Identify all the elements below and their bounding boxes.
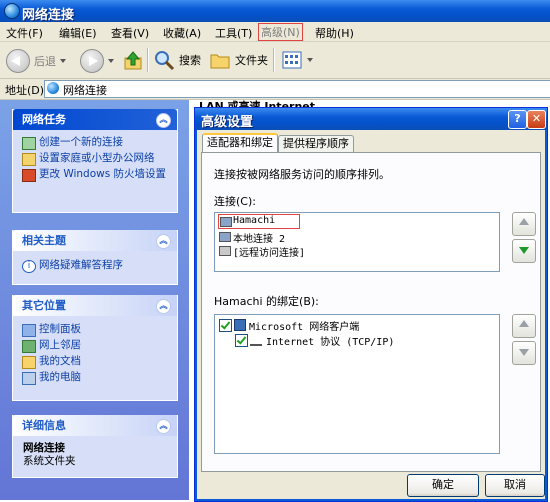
toolbar: 后退 搜索 文件夹	[0, 42, 550, 79]
binding-ms-client[interactable]: Microsoft 网络客户端	[249, 318, 359, 333]
place-control-panel[interactable]: 控制面板	[13, 323, 177, 337]
back-arrow-icon	[6, 49, 30, 73]
panel-details: 详细信息 ︽ 网络连接 系统文件夹	[12, 415, 178, 478]
menu-bar: 文件(F) 编辑(E) 查看(V) 收藏(A) 工具(T) 高级(N) 帮助(H…	[0, 22, 550, 42]
place-network-neighborhood[interactable]: 网上邻居	[13, 339, 177, 353]
panel-header[interactable]: 其它位置 ︽	[13, 295, 177, 316]
home-network-icon	[22, 153, 36, 166]
panel-header[interactable]: 网络任务 ︽	[13, 109, 177, 130]
menu-advanced[interactable]: 高级(N)	[258, 23, 303, 41]
control-panel-icon	[22, 324, 36, 337]
client-icon	[234, 319, 246, 331]
network-adapter-icon	[219, 232, 231, 242]
panel-header[interactable]: 详细信息 ︽	[13, 415, 177, 436]
connections-list[interactable]: Hamachi 本地连接 2 [远程访问连接]	[214, 212, 500, 272]
network-connections-icon	[47, 82, 59, 94]
menu-tools[interactable]: 工具(T)	[215, 25, 252, 41]
menu-view[interactable]: 查看(V)	[111, 25, 149, 41]
address-bar: 地址(D) 网络连接	[0, 79, 550, 100]
window-title: 网络连接	[22, 8, 75, 23]
network-adapter-icon	[220, 217, 232, 227]
menu-help[interactable]: 帮助(H)	[315, 25, 354, 41]
up-folder-button[interactable]	[122, 49, 144, 71]
arrow-down-icon	[519, 349, 529, 356]
folders-button[interactable]: 文件夹	[209, 49, 268, 71]
advanced-settings-dialog: 高级设置 ? ✕ 适配器和绑定 提供程序顺序 连接按被网络服务访问的顺序排列。 …	[194, 107, 548, 502]
address-input[interactable]: 网络连接	[44, 80, 550, 98]
task-home-network[interactable]: 设置家庭或小型办公网络	[13, 152, 177, 166]
chevron-up-icon[interactable]: ︽	[156, 419, 171, 434]
menu-edit[interactable]: 编辑(E)	[59, 25, 97, 41]
details-name: 网络连接	[23, 442, 65, 454]
checkbox-ms-client[interactable]	[219, 319, 232, 332]
my-documents-icon	[22, 356, 36, 369]
info-icon: i	[22, 260, 36, 273]
help-button[interactable]: ?	[508, 110, 527, 129]
new-connection-icon	[22, 137, 36, 150]
chevron-up-icon[interactable]: ︽	[156, 234, 171, 249]
firewall-icon	[22, 169, 36, 182]
back-button[interactable]: 后退	[6, 49, 66, 73]
dialog-title: 高级设置	[201, 115, 254, 130]
task-firewall[interactable]: 更改 Windows 防火墙设置	[13, 168, 177, 182]
forward-button[interactable]	[80, 49, 114, 73]
arrow-up-icon	[519, 320, 529, 327]
bindings-label: Hamachi 的绑定(B):	[214, 295, 319, 308]
chevron-down-icon	[307, 58, 313, 62]
place-my-documents[interactable]: 我的文档	[13, 355, 177, 369]
cancel-button[interactable]: 取消	[485, 474, 545, 497]
address-label: 地址(D)	[5, 84, 45, 97]
chevron-down-icon	[108, 59, 114, 63]
move-down-button-connections[interactable]	[512, 239, 536, 263]
move-up-button-bindings[interactable]	[512, 314, 536, 338]
checkbox-tcpip[interactable]	[235, 334, 248, 347]
move-down-button-bindings[interactable]	[512, 341, 536, 365]
panel-related-topics: 相关主题 ︽ i 网络疑难解答程序	[12, 230, 178, 285]
toolbar-separator	[147, 48, 149, 72]
menu-favorites[interactable]: 收藏(A)	[163, 25, 201, 41]
my-computer-icon	[22, 372, 36, 385]
toolbar-separator	[273, 48, 275, 72]
network-places-icon	[22, 340, 36, 353]
bindings-tree[interactable]: Microsoft 网络客户端 Internet 协议 (TCP/IP)	[214, 314, 500, 454]
tab-adapters-bindings[interactable]: 适配器和绑定	[202, 133, 278, 154]
tab-provider-order[interactable]: 提供程序顺序	[278, 135, 354, 152]
task-pane: 网络任务 ︽ 创建一个新的连接 设置家庭或小型办公网络 更改 Windows 防…	[0, 100, 189, 500]
description-text: 连接按被网络服务访问的顺序排列。	[214, 168, 390, 181]
menu-file[interactable]: 文件(F)	[6, 25, 43, 41]
close-button[interactable]: ✕	[527, 110, 546, 129]
panel-other-places: 其它位置 ︽ 控制面板 网上邻居 我的文档 我的电脑	[12, 295, 178, 401]
views-button[interactable]	[281, 49, 313, 71]
chevron-down-icon	[60, 59, 66, 63]
ok-button[interactable]: 确定	[407, 474, 479, 497]
views-icon	[282, 51, 302, 69]
panel-header[interactable]: 相关主题 ︽	[13, 230, 177, 251]
dialog-title-bar[interactable]: 高级设置 ? ✕	[195, 108, 547, 130]
remote-access-icon	[219, 246, 231, 256]
network-connections-icon	[4, 3, 20, 19]
window-title-bar[interactable]: 网络连接	[0, 0, 550, 23]
folder-icon	[210, 54, 230, 69]
tab-panel: 连接按被网络服务访问的顺序排列。 连接(C): Hamachi 本地连接 2 […	[201, 152, 541, 472]
panel-network-tasks: 网络任务 ︽ 创建一个新的连接 设置家庭或小型办公网络 更改 Windows 防…	[12, 109, 178, 213]
place-my-computer[interactable]: 我的电脑	[13, 371, 177, 385]
list-item-hamachi[interactable]: Hamachi	[218, 214, 300, 229]
chevron-up-icon[interactable]: ︽	[156, 113, 171, 128]
forward-arrow-icon	[80, 49, 104, 73]
topic-troubleshooter[interactable]: i 网络疑难解答程序	[13, 259, 177, 273]
chevron-up-icon[interactable]: ︽	[156, 299, 171, 314]
details-description: 系统文件夹	[23, 455, 76, 467]
search-button[interactable]: 搜索	[153, 49, 201, 71]
binding-tcpip[interactable]: Internet 协议 (TCP/IP)	[266, 333, 394, 348]
move-up-button-connections[interactable]	[512, 212, 536, 236]
task-create-connection[interactable]: 创建一个新的连接	[13, 136, 177, 150]
protocol-icon	[250, 335, 262, 346]
arrow-up-icon	[519, 218, 529, 225]
up-arrow-icon	[124, 51, 142, 70]
arrow-down-icon	[519, 247, 529, 254]
search-icon	[155, 51, 175, 71]
connections-label: 连接(C):	[214, 195, 256, 208]
